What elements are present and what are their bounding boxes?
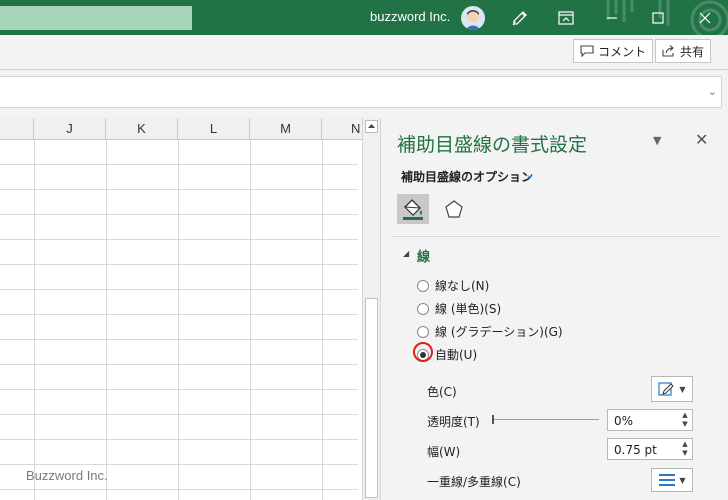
pane-close-icon[interactable]: ✕ xyxy=(695,130,708,149)
color-picker-button[interactable]: ▼ xyxy=(651,376,693,402)
avatar[interactable] xyxy=(461,6,485,30)
chevron-down-icon: ▼ xyxy=(679,384,686,394)
comment-button[interactable]: コメント xyxy=(573,39,654,63)
pentagon-icon xyxy=(445,200,463,218)
pane-subtitle[interactable]: 補助目盛線のオプション xyxy=(401,168,533,185)
maximize-icon[interactable] xyxy=(635,0,681,35)
radio-button[interactable] xyxy=(417,302,429,315)
pen-color-icon xyxy=(658,382,675,396)
transparency-value: 0% xyxy=(614,414,634,428)
chevron-down-icon[interactable]: ⌄ xyxy=(708,85,717,98)
radio-no-line[interactable]: 線なし(N) xyxy=(417,277,489,294)
search-box[interactable] xyxy=(0,6,192,30)
format-pane: 補助目盛線の書式設定 ▼ ✕ 補助目盛線のオプション ⌄ ◢ 線 線なし(N) … xyxy=(380,118,728,500)
highlight-circle xyxy=(413,342,433,362)
radio-button[interactable] xyxy=(417,325,429,338)
radio-solid-line[interactable]: 線 (単色)(S) xyxy=(417,300,501,317)
width-label: 幅(W) xyxy=(427,445,461,459)
title-bar: buzzword Inc. xyxy=(0,0,728,35)
watermark: Buzzword Inc. xyxy=(26,468,108,483)
spin-arrows[interactable]: ▲ ▼ xyxy=(680,440,690,458)
scroll-thumb[interactable] xyxy=(365,298,378,498)
worksheet-grid: J K L M N xyxy=(0,118,362,500)
share-icon xyxy=(662,45,674,57)
compound-type-label: 一重線/多重線(C) xyxy=(427,475,521,489)
compound-lines-icon xyxy=(659,474,676,486)
chevron-down-icon: ▼ xyxy=(679,475,686,485)
slider-handle[interactable] xyxy=(492,415,494,424)
scroll-up-arrow[interactable] xyxy=(365,120,378,133)
chevron-down-icon[interactable]: ⌄ xyxy=(525,168,534,181)
column-header[interactable]: M xyxy=(250,118,322,140)
comment-icon xyxy=(580,45,594,57)
pane-options-dropdown-icon[interactable]: ▼ xyxy=(653,134,661,147)
share-label: 共有 xyxy=(680,44,705,59)
vertical-scrollbar[interactable] xyxy=(362,118,380,500)
radio-button[interactable] xyxy=(417,279,429,292)
compound-type-button[interactable]: ▼ xyxy=(651,468,693,492)
column-header[interactable]: J xyxy=(34,118,106,140)
share-button[interactable]: 共有 xyxy=(655,39,712,63)
color-label: 色(C) xyxy=(427,385,457,399)
transparency-label: 透明度(T) xyxy=(427,415,480,429)
transparency-slider[interactable] xyxy=(493,419,599,420)
ribbon-bar: コメント 共有 xyxy=(0,35,728,70)
column-headers: J K L M N xyxy=(0,118,362,140)
spin-arrows[interactable]: ▲ ▼ xyxy=(680,411,690,429)
pen-icon[interactable] xyxy=(497,0,543,35)
fill-line-icon xyxy=(403,199,423,220)
transparency-input[interactable]: 0% ▲ ▼ xyxy=(607,409,693,431)
restore-ribbon-icon[interactable] xyxy=(543,0,589,35)
radio-label: 線 (単色)(S) xyxy=(435,302,502,316)
formula-bar[interactable]: ⌄ xyxy=(0,76,722,108)
effects-tab[interactable] xyxy=(439,194,469,224)
minimize-icon[interactable] xyxy=(589,0,635,35)
pane-title: 補助目盛線の書式設定 xyxy=(397,134,588,156)
column-header[interactable]: N xyxy=(322,118,362,140)
user-name: buzzword Inc. xyxy=(370,9,451,24)
radio-label: 線 (グラデーション)(G) xyxy=(435,325,563,339)
cell-area[interactable] xyxy=(0,140,358,500)
divider xyxy=(391,236,721,237)
column-header[interactable]: K xyxy=(106,118,178,140)
section-title-line[interactable]: 線 xyxy=(417,246,430,265)
radio-gradient-line[interactable]: 線 (グラデーション)(G) xyxy=(417,323,563,340)
collapse-triangle-icon[interactable]: ◢ xyxy=(403,249,409,258)
comment-label: コメント xyxy=(598,44,647,59)
column-header[interactable]: L xyxy=(178,118,250,140)
width-input[interactable]: 0.75 pt ▲ ▼ xyxy=(607,438,693,460)
width-value: 0.75 pt xyxy=(614,443,657,457)
column-header-blank[interactable] xyxy=(0,118,34,140)
close-icon[interactable] xyxy=(682,0,728,35)
radio-label: 線なし(N) xyxy=(435,279,490,293)
radio-label: 自動(U) xyxy=(435,348,478,362)
formula-area: ⌄ xyxy=(0,70,728,118)
fill-line-tab[interactable] xyxy=(397,194,429,224)
